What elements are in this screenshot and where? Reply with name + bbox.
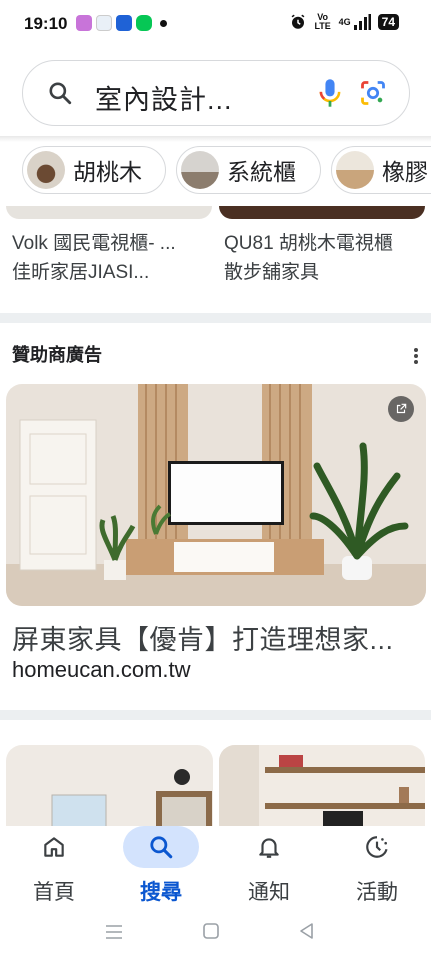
room-thumbnail xyxy=(219,745,425,835)
bottom-navigation: 首頁 搜尋 通知 活動 xyxy=(0,826,431,912)
line-app-icon xyxy=(136,15,152,31)
app-notification-icon xyxy=(116,15,132,31)
signal-icon xyxy=(353,14,371,30)
network-type: 4G xyxy=(338,17,351,27)
alarm-icon xyxy=(291,14,305,29)
app-notification-icon xyxy=(96,15,112,31)
ad-url[interactable]: homeucan.com.tw xyxy=(12,657,191,683)
google-lens-icon[interactable] xyxy=(359,79,387,107)
result-source[interactable]: 散步舖家具 xyxy=(224,257,319,284)
chip-thumbnail xyxy=(336,151,374,189)
system-icons: Vo LTE 4G 74 xyxy=(289,13,399,31)
more-options-icon[interactable] xyxy=(408,346,424,370)
volte-indicator: Vo LTE xyxy=(314,12,331,31)
result-image[interactable] xyxy=(219,745,425,835)
chip-thumbnail xyxy=(181,151,219,189)
chip-walnut[interactable]: 胡桃木 xyxy=(22,146,166,194)
result-image[interactable] xyxy=(6,206,212,219)
chip-thumbnail xyxy=(27,151,65,189)
nav-notifications[interactable]: 通知 xyxy=(215,826,323,912)
chip-label: 橡膠 xyxy=(382,159,428,185)
ad-image[interactable] xyxy=(6,384,426,606)
room-thumbnail xyxy=(6,745,213,835)
result-title[interactable]: QU81 胡桃木電視櫃 xyxy=(224,228,393,255)
sponsored-label: 贊助商廣告 xyxy=(12,345,102,365)
result-image[interactable] xyxy=(6,745,213,835)
home-button-icon[interactable] xyxy=(202,922,220,940)
result-title[interactable]: Volk 國民電視櫃- ... xyxy=(12,228,176,255)
nav-activity[interactable]: 活動 xyxy=(323,826,431,912)
nav-label: 首頁 xyxy=(33,881,75,904)
activity-icon xyxy=(339,826,415,868)
chip-system-cabinet[interactable]: 系統櫃 xyxy=(176,146,321,194)
search-icon xyxy=(123,826,199,868)
tv-room-illustration xyxy=(6,384,426,606)
nav-home[interactable]: 首頁 xyxy=(0,826,108,912)
chip-label: 胡桃木 xyxy=(73,159,142,185)
battery-indicator: 74 xyxy=(377,14,399,30)
search-bar[interactable]: 室內設計... xyxy=(22,60,410,126)
header-divider xyxy=(0,136,431,142)
status-time: 19:10 xyxy=(24,14,68,33)
nav-search[interactable]: 搜尋 xyxy=(107,826,215,912)
app-notification-icon xyxy=(76,15,92,31)
ad-title[interactable]: 屏東家具【優肯】打造理想家... xyxy=(12,618,394,657)
result-image[interactable] xyxy=(219,206,425,219)
section-divider xyxy=(0,710,431,720)
result-source[interactable]: 佳昕家居JIASI... xyxy=(12,257,149,284)
search-icon xyxy=(49,82,72,105)
nav-label: 活動 xyxy=(356,881,398,904)
bell-icon xyxy=(231,826,307,868)
status-bar: 19:10 Vo LTE 4G 74 xyxy=(0,0,431,50)
notification-icons xyxy=(76,15,167,31)
microphone-icon[interactable] xyxy=(316,77,344,109)
search-query[interactable]: 室內設計... xyxy=(95,78,233,117)
chip-label: 系統櫃 xyxy=(227,159,296,185)
recent-apps-icon[interactable] xyxy=(104,922,124,942)
section-divider xyxy=(0,313,431,323)
nav-label: 搜尋 xyxy=(140,881,182,904)
more-notifications-icon xyxy=(160,19,167,27)
home-icon xyxy=(16,826,92,868)
chip-rubber-wood[interactable]: 橡膠 xyxy=(331,146,431,194)
nav-label: 通知 xyxy=(248,881,290,904)
back-icon[interactable] xyxy=(298,922,316,940)
filter-chips: 胡桃木 系統櫃 橡膠 xyxy=(0,146,431,196)
system-navigation-bar xyxy=(0,912,431,960)
external-link-icon[interactable] xyxy=(388,396,414,422)
